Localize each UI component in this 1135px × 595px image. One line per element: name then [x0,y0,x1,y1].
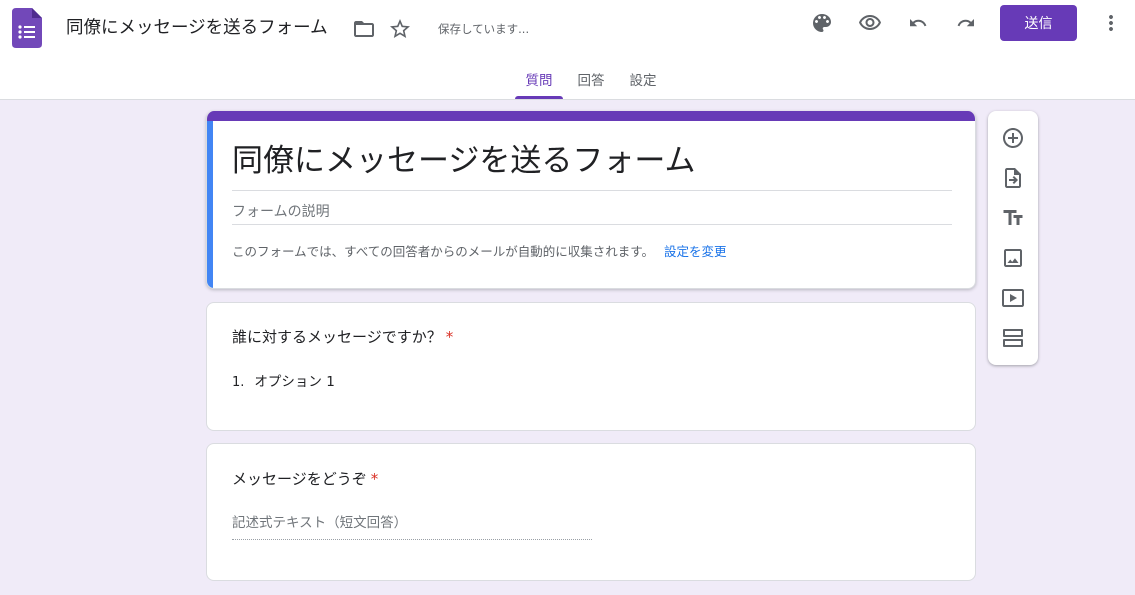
top-bar: 同僚にメッセージを送るフォーム 保存しています... 送信 質問 回答 設定 [0,0,1135,100]
add-section-icon[interactable] [995,320,1031,356]
required-mark: * [370,470,379,488]
focus-indicator [207,121,213,288]
email-collection-note: このフォームでは、すべての回答者からのメールが自動的に収集されます。 設定を変更 [232,242,727,262]
divider [232,190,952,191]
forms-logo-icon[interactable] [12,8,42,48]
save-status: 保存しています... [438,22,530,36]
form-title-card[interactable]: 同僚にメッセージを送るフォーム フォームの説明 このフォームでは、すべての回答者… [206,111,976,289]
undo-icon[interactable] [900,5,936,41]
add-question-icon[interactable] [995,120,1031,156]
question-title-text: メッセージをどうぞ [232,470,367,488]
question-card[interactable]: 誰に対するメッセージですか？ * 1. オプション 1 [206,302,976,431]
change-settings-link[interactable]: 設定を変更 [664,244,727,259]
option-label: オプション 1 [254,374,335,390]
short-answer-field: 記述式テキスト（短文回答） [232,512,592,540]
add-image-icon[interactable] [995,240,1031,276]
question-card[interactable]: メッセージをどうぞ * 記述式テキスト（短文回答） [206,443,976,581]
option-number: 1. [232,375,245,390]
tab-settings[interactable]: 設定 [623,62,663,100]
more-vert-icon[interactable] [1093,5,1129,41]
import-questions-icon[interactable] [995,160,1031,196]
active-tab-indicator [515,96,563,99]
question-title: 誰に対するメッセージですか？ * [232,325,453,349]
question-title: メッセージをどうぞ * [232,467,378,491]
form-description-input[interactable]: フォームの説明 [232,202,330,222]
palette-icon[interactable] [804,5,840,41]
side-toolbar [988,111,1038,365]
email-note-text: このフォームでは、すべての回答者からのメールが自動的に収集されます。 [232,244,655,259]
accent-bar [207,111,975,121]
tab-bar: 質問 回答 設定 [0,62,1135,100]
send-button[interactable]: 送信 [1000,5,1077,41]
tab-questions[interactable]: 質問 [515,62,563,100]
add-video-icon[interactable] [995,280,1031,316]
form-title-input[interactable]: 同僚にメッセージを送るフォーム [232,139,952,183]
divider [232,224,952,225]
folder-icon[interactable] [346,11,382,47]
required-mark: * [445,328,454,346]
star-icon[interactable] [382,11,418,47]
tab-responses[interactable]: 回答 [571,62,611,100]
add-title-icon[interactable] [995,200,1031,236]
redo-icon[interactable] [948,5,984,41]
question-title-text: 誰に対するメッセージですか？ [232,328,442,346]
option-item: 1. オプション 1 [232,372,335,393]
document-title[interactable]: 同僚にメッセージを送るフォーム [66,16,328,40]
eye-icon[interactable] [852,5,888,41]
